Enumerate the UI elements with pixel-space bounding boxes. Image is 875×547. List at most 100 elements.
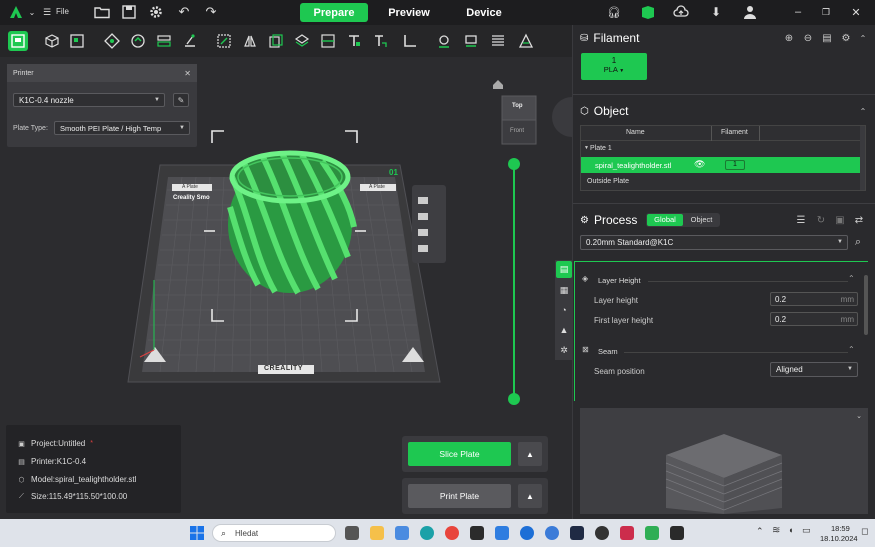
book-icon[interactable]	[640, 4, 656, 20]
chevron-down-icon[interactable]: ⌄	[856, 412, 862, 420]
view-cube-top-label[interactable]: Top	[512, 103, 523, 109]
taskbar-search[interactable]: ⌕ Hledat	[212, 524, 336, 542]
edge-icon[interactable]	[420, 526, 434, 540]
process-save-icon[interactable]: ▣	[834, 214, 846, 226]
plate-type-select[interactable]: Smooth PEI Plate / High Temp ▼	[54, 121, 190, 135]
volume-icon[interactable]: ◖	[788, 525, 793, 535]
emboss-icon[interactable]	[370, 31, 390, 51]
object-table-scrollbar[interactable]	[860, 126, 865, 190]
add-filament-icon[interactable]: ⊕	[783, 32, 795, 44]
chevron-down-icon[interactable]: ⌄	[24, 4, 40, 20]
start-icon[interactable]	[190, 526, 204, 540]
download-icon[interactable]: ⬇	[708, 4, 724, 20]
cloud-upload-icon[interactable]	[673, 4, 689, 20]
headset-icon[interactable]: 🎧︎	[606, 4, 622, 20]
arrange-icon[interactable]	[102, 31, 122, 51]
side-tab-others[interactable]: ✲	[556, 342, 572, 359]
restore-icon[interactable]: ❐	[818, 4, 834, 20]
mirror-icon[interactable]	[240, 31, 260, 51]
close-icon[interactable]: ✕	[848, 4, 864, 20]
app-icon-11[interactable]	[595, 526, 609, 540]
add-cube-icon[interactable]	[42, 31, 62, 51]
side-tab-strength[interactable]: ▦	[556, 282, 572, 299]
process-reset-icon[interactable]: ↻	[815, 214, 827, 226]
minimize-icon[interactable]: –	[790, 4, 806, 20]
tray-overflow-icon[interactable]: ⌃	[756, 526, 764, 537]
figma-icon[interactable]	[470, 526, 484, 540]
orient-icon[interactable]	[128, 31, 148, 51]
chevron-down-icon[interactable]: ▼	[584, 145, 589, 151]
plate-number[interactable]: 01	[389, 168, 398, 177]
process-scope-toggle[interactable]: Global Object	[646, 213, 720, 227]
seam-section-header[interactable]: ⊠ Seam ⌃	[582, 345, 862, 357]
view-cube-front-label[interactable]: Front	[510, 128, 524, 134]
cut-icon[interactable]	[318, 31, 338, 51]
edit-filament-icon[interactable]: ▤	[821, 32, 833, 44]
app-icon-9[interactable]	[545, 526, 559, 540]
toggle-object[interactable]: Object	[684, 214, 719, 226]
notification-icon[interactable]: ◻	[861, 526, 868, 537]
tab-prepare[interactable]: Prepare	[300, 3, 368, 22]
plate-row[interactable]: ▼ Plate 1	[581, 142, 865, 156]
slice-plate-button[interactable]: Slice Plate	[408, 442, 511, 466]
plate-view-tool-icon[interactable]	[8, 31, 28, 51]
copy-icon[interactable]	[266, 31, 286, 51]
print-options-button[interactable]: ▲	[518, 484, 542, 508]
process-compare-icon[interactable]: ⇄	[853, 214, 865, 226]
chrome-icon[interactable]	[445, 526, 459, 540]
open-folder-icon[interactable]	[94, 4, 110, 20]
redo-icon[interactable]: ↷	[203, 4, 219, 20]
support-icon[interactable]	[292, 31, 312, 51]
process-profile-select[interactable]: 0.20mm Standard@K1C ▼	[580, 235, 848, 250]
store-icon[interactable]	[395, 526, 409, 540]
slice-options-button[interactable]: ▲	[518, 442, 542, 466]
print-plate-button[interactable]: Print Plate	[408, 484, 511, 508]
app-icon-7[interactable]	[495, 526, 509, 540]
edit-printer-button[interactable]: ✎	[173, 93, 189, 107]
save-icon[interactable]	[121, 4, 137, 20]
app-logo-icon[interactable]	[8, 4, 24, 20]
filament-settings-icon[interactable]: ⚙	[840, 32, 852, 44]
taskbar-date[interactable]: 18.10.2024	[820, 534, 858, 543]
first-layer-height-input[interactable]: 0.2 mm	[770, 312, 858, 326]
printer-select[interactable]: K1C-0.4 nozzle ▼	[13, 93, 165, 107]
outside-plate-row[interactable]: Outside Plate	[581, 175, 865, 189]
filament-slot-1[interactable]: 1 PLA ▼	[581, 53, 647, 80]
lay-on-face-icon[interactable]	[180, 31, 200, 51]
process-list-icon[interactable]: ☰	[795, 214, 807, 226]
user-icon[interactable]	[742, 4, 758, 20]
process-scrollbar[interactable]	[864, 275, 868, 335]
tab-preview[interactable]: Preview	[375, 3, 443, 22]
hamburger-icon[interactable]: ☰	[39, 4, 55, 20]
app-icon-8[interactable]	[520, 526, 534, 540]
printer-panel-close-icon[interactable]: ✕	[184, 69, 191, 78]
wifi-icon[interactable]: ≋	[772, 525, 780, 536]
tab-device[interactable]: Device	[450, 3, 518, 22]
gear-icon[interactable]	[148, 4, 164, 20]
filament-slot-type[interactable]: PLA ▼	[581, 65, 647, 74]
toggle-global[interactable]: Global	[647, 214, 683, 226]
layer-height-section-header[interactable]: ◈ Layer Height ⌃	[582, 274, 862, 286]
variable-layer-icon[interactable]	[488, 31, 508, 51]
app-icon-10[interactable]	[570, 526, 584, 540]
seam-position-select[interactable]: Aligned ▼	[770, 362, 858, 377]
seam-paint-icon[interactable]	[434, 31, 454, 51]
battery-icon[interactable]: ▭	[802, 525, 811, 536]
taskbar-time[interactable]: 18:59	[831, 524, 850, 533]
collapse-filament-icon[interactable]: ⌃	[857, 32, 869, 44]
eye-icon[interactable]: 👁︎	[694, 159, 705, 170]
app-icon-13[interactable]	[645, 526, 659, 540]
task-view-icon[interactable]	[345, 526, 359, 540]
undo-icon[interactable]: ↶	[176, 4, 192, 20]
side-tab-quality[interactable]: ▤	[556, 261, 572, 278]
side-tab-support[interactable]: ▲	[556, 322, 572, 339]
app-icon-12[interactable]	[620, 526, 634, 540]
add-plate-icon[interactable]	[67, 31, 87, 51]
model-row[interactable]: spiral_tealightholder.stl 👁︎ 1	[581, 157, 865, 173]
file-explorer-icon[interactable]	[370, 526, 384, 540]
split-plate-icon[interactable]	[154, 31, 174, 51]
collapse-object-icon[interactable]: ⌃	[857, 105, 869, 117]
search-icon[interactable]: ⌕	[852, 236, 864, 248]
text-tool-icon[interactable]	[344, 31, 364, 51]
layer-height-input[interactable]: 0.2 mm	[770, 292, 858, 306]
